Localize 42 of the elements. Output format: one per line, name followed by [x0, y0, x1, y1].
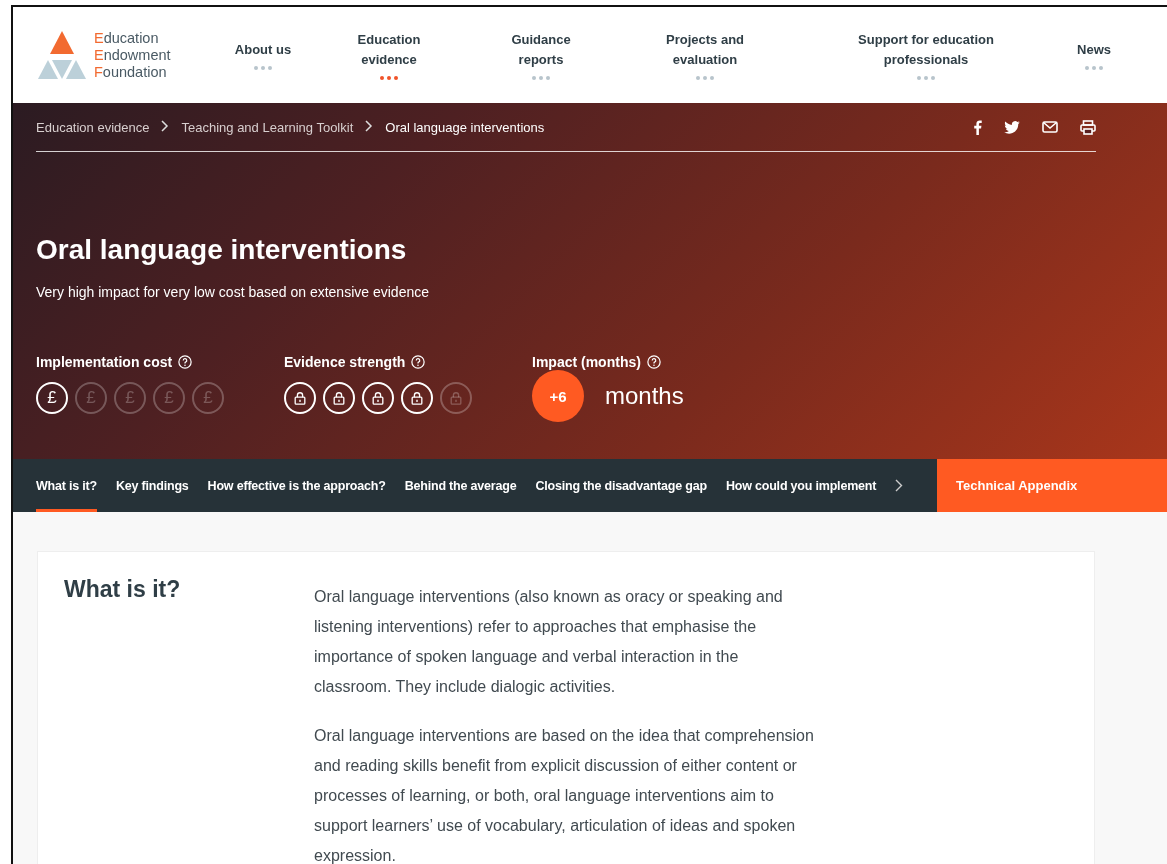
section-tab[interactable]: Behind the average	[404, 459, 517, 512]
page-subtitle: Very high impact for very low cost based on extensive evidence	[36, 284, 430, 300]
print-icon[interactable]	[1080, 119, 1096, 135]
nav-link[interactable]: Education evidence	[318, 30, 460, 80]
mail-icon[interactable]	[1042, 121, 1058, 133]
paragraph: Oral language interventions (also known as oracy or speaking and listening interventions) refer to approaches that emphasise the importance of spoken language and verbal interaction in the classroom. They include dialogic activities.	[314, 587, 784, 697]
metric-label: Implementation cost	[36, 354, 173, 370]
twitter-icon[interactable]	[1004, 120, 1020, 134]
nav-link[interactable]: Guidance reports	[460, 30, 622, 80]
nav-link[interactable]: Support for education professionals	[788, 30, 1064, 80]
breadcrumb-link[interactable]: Teaching and Learning Toolkit	[181, 119, 354, 135]
metric-label: Impact (months)	[532, 354, 641, 370]
section-tab[interactable]: How effective is the approach?	[207, 459, 386, 512]
nav-link[interactable]: About us	[208, 40, 318, 70]
breadcrumb-link[interactable]: Oral language interventions	[385, 119, 545, 135]
section-heading: What is it?	[64, 576, 182, 604]
breadcrumb-link[interactable]: Education evidence	[36, 119, 150, 135]
chevron-icon	[161, 120, 170, 132]
pound-icon: £	[36, 382, 68, 414]
pound-icon: £	[114, 382, 146, 414]
logo-text[interactable]: Education Endowment Foundation	[94, 29, 171, 81]
nav-link[interactable]: Projects and evaluation	[622, 30, 788, 80]
chevron-icon[interactable]	[895, 479, 904, 492]
logo-icon[interactable]	[36, 29, 88, 81]
section-tab[interactable]: Closing the disadvantage gap	[535, 459, 707, 512]
pound-icon: £	[192, 382, 224, 414]
chevron-icon	[365, 120, 374, 132]
paragraph: Oral language interventions are based on the idea that comprehension and reading skills benefit from explicit discussion of either content or processes of learning, or both, oral language interventions aim to support learners’ use of vocabulary, articulation of ideas and spoken expression.	[314, 726, 815, 864]
page-title: Oral language interventions	[36, 234, 408, 266]
pound-icon: £	[153, 382, 185, 414]
help-icon[interactable]	[646, 355, 661, 369]
help-icon[interactable]	[411, 355, 426, 369]
section-tab[interactable]: What is it?	[36, 459, 97, 512]
impact-badge: +6	[532, 370, 584, 422]
pound-icon: £	[75, 382, 107, 414]
section-tab[interactable]: How could you implement	[725, 459, 877, 512]
impact-unit: months	[605, 382, 684, 410]
facebook-icon[interactable]	[973, 119, 982, 135]
nav-link[interactable]: News	[1064, 40, 1124, 70]
metric-label: Evidence strength	[284, 354, 406, 370]
help-icon[interactable]	[178, 355, 193, 369]
section-tab[interactable]: Key findings	[116, 459, 189, 512]
